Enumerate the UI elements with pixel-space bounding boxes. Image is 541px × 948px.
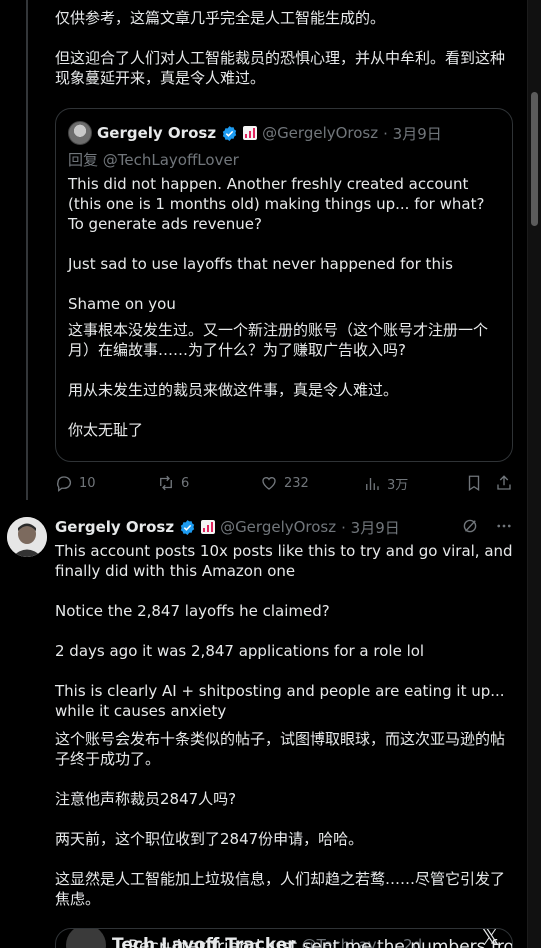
reply-post-header-actions bbox=[461, 517, 513, 535]
avatar[interactable] bbox=[7, 517, 47, 557]
retweet-button[interactable]: 6 bbox=[157, 474, 189, 492]
quoted-tweet-card[interactable]: Gergely Orosz @GergelyOrosz · 3月9日 回复 @T… bbox=[55, 108, 513, 462]
retweet-icon bbox=[160, 475, 172, 491]
quoted-tweet-card-partial[interactable]: Tech Layoff Tracker @TechLay... · 2d Rec… bbox=[55, 928, 513, 948]
post-date[interactable]: · 3月9日 bbox=[341, 517, 400, 538]
like-button[interactable]: 232 bbox=[260, 474, 309, 492]
thread-connector-line bbox=[26, 0, 28, 500]
quoted-text-p1: This did not happen. Another freshly cre… bbox=[68, 175, 485, 233]
reply-translation-1: 这个账号会发布十条类似的帖子，试图博取眼球，而这次亚马逊的帖子终于成功了。 bbox=[55, 730, 506, 768]
more-options-icon[interactable] bbox=[495, 517, 513, 535]
post-text-para1: 仅供参考，这篇文章几乎完全是人工智能生成的。 bbox=[55, 9, 386, 27]
retweet-count: 6 bbox=[181, 475, 190, 491]
tweet-action-bar: 10 6 232 3万 bbox=[55, 474, 515, 496]
author-name[interactable]: Gergely Orosz bbox=[97, 124, 216, 142]
heart-icon bbox=[262, 477, 276, 490]
quoted-translation-3: 你太无耻了 bbox=[68, 421, 144, 439]
verified-badge-icon bbox=[222, 125, 237, 141]
reply-text-p4: This is clearly AI + shitposting and peo… bbox=[55, 682, 505, 720]
reply-translation-2: 注意他声称裁员2847人吗? bbox=[55, 790, 237, 808]
like-count: 232 bbox=[284, 475, 309, 491]
reply-text-p2: Notice the 2,847 layoffs he claimed? bbox=[55, 602, 330, 620]
reply-translation-3: 两天前，这个职位收到了2847份申请，哈哈。 bbox=[55, 830, 364, 848]
author-handle[interactable]: @GergelyOrosz bbox=[262, 124, 378, 142]
views-chart-icon bbox=[366, 477, 379, 490]
verified-badge-icon bbox=[180, 519, 195, 535]
reply-translation-4: 这显然是人工智能加上垃圾信息，人们却趋之若鹜……尽管它引发了焦虑。 bbox=[55, 870, 506, 908]
scrollbar-track[interactable] bbox=[527, 0, 541, 948]
author-name[interactable]: Gergely Orosz bbox=[55, 518, 174, 536]
avatar[interactable] bbox=[68, 121, 92, 145]
affiliate-badge-icon bbox=[201, 520, 216, 534]
avatar[interactable] bbox=[66, 929, 106, 948]
reply-button[interactable]: 10 bbox=[55, 474, 96, 492]
views-count: 3万 bbox=[387, 478, 409, 493]
grok-icon[interactable] bbox=[461, 517, 479, 535]
post-text-para2: 但这迎合了人们对人工智能裁员的恐惧心理，并从中牟利。看到这种现象蔓延开来，真是令… bbox=[55, 49, 506, 87]
profile-photo-icon bbox=[7, 517, 47, 557]
reply-text-p3: 2 days ago it was 2,847 applications for… bbox=[55, 642, 425, 660]
quoted-text-p2: Just sad to use layoffs that never happe… bbox=[68, 255, 453, 273]
quoted-text-partial: Recruiter friend just sent me the number… bbox=[128, 937, 513, 948]
reply-to-label[interactable]: 回复 @TechLayoffLover bbox=[68, 149, 239, 170]
quoted-translation-2: 用从未发生过的裁员来做这件事，真是令人难过。 bbox=[68, 381, 399, 399]
author-handle[interactable]: @GergelyOrosz bbox=[220, 518, 336, 536]
bookmark-icon bbox=[468, 475, 480, 492]
reply-text-p1: This account posts 10x posts like this t… bbox=[55, 542, 513, 580]
reply-count: 10 bbox=[79, 475, 96, 491]
quoted-tweet-header: Gergely Orosz @GergelyOrosz · 3月9日 bbox=[68, 121, 442, 145]
share-icon bbox=[497, 475, 511, 490]
scrollbar-thumb[interactable] bbox=[531, 92, 538, 226]
share-button[interactable] bbox=[495, 474, 513, 492]
affiliate-badge-icon bbox=[243, 126, 258, 140]
tweet-thread: 仅供参考，这篇文章几乎完全是人工智能生成的。 但这迎合了人们对人工智能裁员的恐惧… bbox=[0, 0, 541, 948]
reply-post-header: Gergely Orosz @GergelyOrosz · 3月9日 bbox=[55, 516, 400, 538]
x-logo-icon: 𝕏 bbox=[480, 928, 500, 948]
views-button[interactable]: 3万 bbox=[363, 474, 408, 493]
reply-icon bbox=[57, 476, 72, 492]
quoted-text-p3: Shame on you bbox=[68, 295, 176, 313]
post-date[interactable]: · 3月9日 bbox=[383, 123, 442, 144]
quoted-translation-1: 这事根本没发生过。又一个新注册的账号（这个账号才注册一个月）在编故事……为了什么… bbox=[68, 321, 489, 359]
bookmark-button[interactable] bbox=[465, 474, 483, 492]
